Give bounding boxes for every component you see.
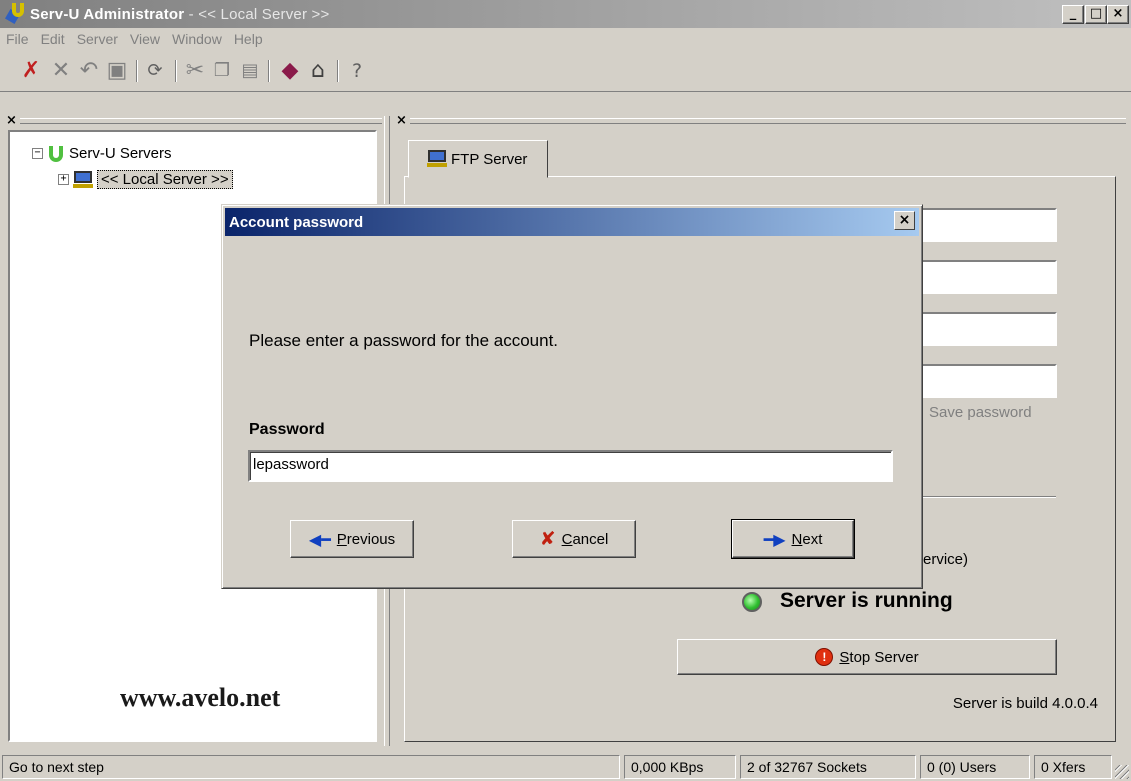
tree-item-local-server[interactable]: + << Local Server >> [58,170,233,189]
status-sockets: 2 of 32767 Sockets [740,755,916,779]
save-password-label[interactable]: Save password [929,404,1032,421]
tree-item-serv-u-servers[interactable]: − Serv-U Servers [32,145,172,162]
refresh-icon[interactable]: ⟳ [142,58,168,84]
next-button[interactable]: ━▶ Next [731,519,855,559]
status-users: 0 (0) Users [920,755,1030,779]
title-app-name: Serv-U Administrator [30,5,185,23]
watermark-text: www.avelo.net [120,683,281,712]
tree-label: Serv-U Servers [69,145,172,162]
disconnect-icon[interactable]: ✗ [18,58,44,84]
server-field-3[interactable] [921,312,1057,346]
paste-icon[interactable]: ▤ [237,58,263,84]
dialog-title: Account password [229,213,364,231]
resize-grip-icon[interactable] [1115,765,1129,779]
tree-label: << Local Server >> [97,170,233,189]
save-icon[interactable]: ▣ [104,58,130,84]
title-server-name: << Local Server >> [198,5,330,23]
server-field-4[interactable] [921,364,1057,398]
delete-icon[interactable]: ✕ [48,58,74,84]
password-input[interactable]: lepassword [248,450,893,482]
menu-server[interactable]: Server [71,31,124,47]
left-pane-header: × [6,113,382,128]
cancel-button[interactable]: ✘ Cancel [512,520,636,558]
arrow-right-icon: ━▶ [763,529,786,549]
undo-icon[interactable]: ↶ [76,58,102,84]
cancel-x-icon: ✘ [539,528,556,550]
right-pane-header: × [396,113,1126,128]
collapse-icon[interactable]: − [32,148,43,159]
password-label: Password [249,421,325,438]
next-label: Next [791,530,823,548]
menu-help[interactable]: Help [228,31,269,47]
cut-icon[interactable]: ✂ [182,58,208,84]
server-status-led-icon [742,592,762,612]
minimize-button[interactable]: _ [1062,5,1084,24]
title-separator: - [184,5,199,23]
help-book-icon[interactable]: ◆ [277,58,303,84]
server-field-1[interactable] [921,208,1057,242]
menu-edit[interactable]: Edit [35,31,71,47]
menu-window[interactable]: Window [166,31,228,47]
stop-server-button[interactable]: ! Stop Server [677,639,1057,675]
tab-ftp-server[interactable]: FTP Server [408,140,548,178]
question-icon[interactable]: ? [344,58,370,84]
maximize-button[interactable]: □ [1085,5,1107,24]
dialog-close-button[interactable]: × [894,211,915,230]
server-computer-icon [73,170,93,189]
menu-file[interactable]: File [0,31,35,47]
stop-icon: ! [815,648,834,666]
separator [916,496,1056,498]
status-speed: 0,000 KBps [624,755,736,779]
expand-icon[interactable]: + [58,174,69,185]
server-computer-icon [427,150,447,168]
service-option-label[interactable]: ervice) [923,551,968,568]
server-status-text: Server is running [780,589,953,612]
previous-label: Previous [336,530,396,548]
tab-label: FTP Server [451,150,528,168]
account-password-dialog: Account password × Please enter a passwo… [221,204,923,589]
menu-bar: File Edit Server View Window Help [0,28,1131,50]
status-bar: Go to next step 0,000 KBps 2 of 32767 So… [0,751,1131,781]
dialog-title-bar[interactable]: Account password [225,208,919,236]
status-xfers: 0 Xfers [1034,755,1112,779]
cancel-label: Cancel [561,530,609,548]
serv-u-app-icon [4,3,28,25]
stop-server-label: Stop Server [839,648,919,666]
server-field-2[interactable] [921,260,1057,294]
close-left-pane-icon[interactable]: × [6,113,17,128]
copy-icon[interactable]: ❐ [209,58,235,84]
status-hint: Go to next step [2,755,620,779]
title-bar[interactable]: Serv-U Administrator - << Local Server >… [0,0,1131,28]
server-build-text: Server is build 4.0.0.4 [952,695,1098,712]
menu-view[interactable]: View [124,31,166,47]
toolbar: ✗ ✕ ↶ ▣ ⟳ ✂ ❐ ▤ ◆ ⌂ ? [0,50,1131,92]
close-right-pane-icon[interactable]: × [396,113,407,128]
serv-u-icon [49,145,63,162]
home-icon[interactable]: ⌂ [305,58,331,84]
arrow-left-icon: ◀━ [308,529,331,549]
close-window-button[interactable]: × [1107,5,1129,24]
dialog-prompt: Please enter a password for the account. [249,331,559,350]
window-title: Serv-U Administrator - << Local Server >… [30,6,329,23]
previous-button[interactable]: ◀━ Previous [290,520,414,558]
